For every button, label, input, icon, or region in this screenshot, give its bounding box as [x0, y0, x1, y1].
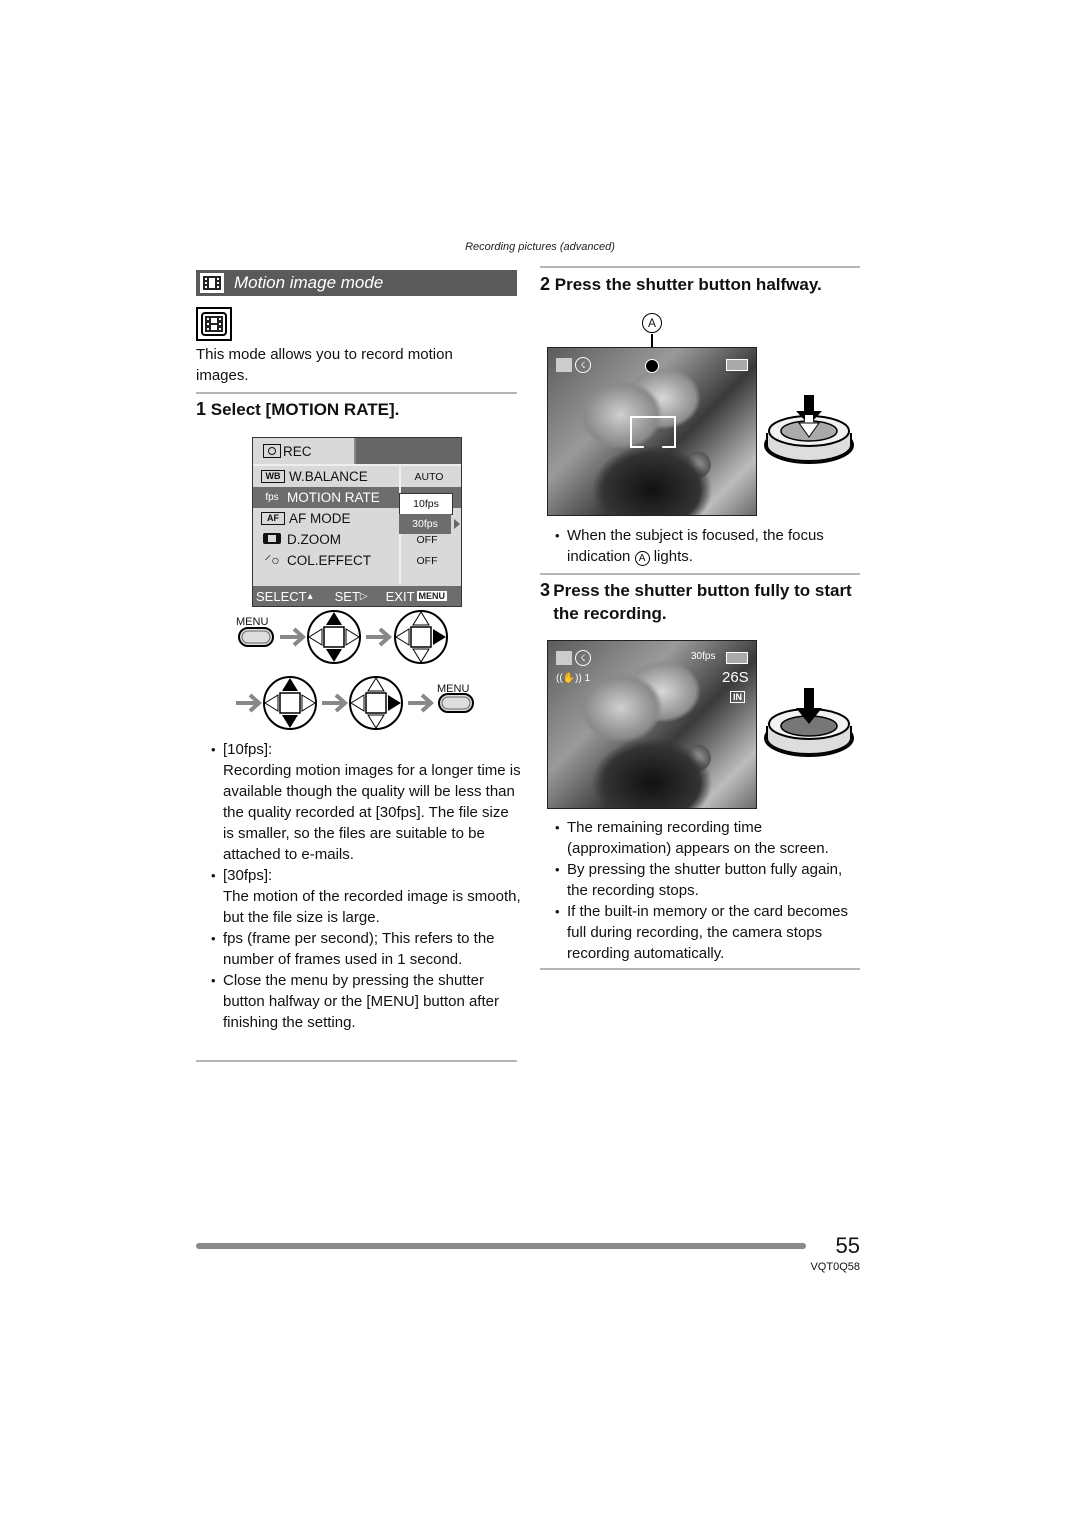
- rec-tab: REC: [253, 438, 356, 464]
- step-number: 1: [196, 399, 207, 419]
- fps-readout: 30fps: [691, 651, 716, 662]
- step-title: Select [MOTION RATE].: [210, 400, 400, 419]
- stabilizer-icon: ((✋)): [556, 673, 582, 684]
- fps-icon: fps: [265, 492, 279, 503]
- step-number: 3: [540, 580, 551, 600]
- note-stop-recording: By pressing the shutter button fully aga…: [555, 859, 865, 901]
- menu-row-label: W.BALANCE: [289, 469, 368, 484]
- step-title: Press the shutter button halfway.: [554, 275, 822, 294]
- menu-button-label-2: MENU: [437, 683, 470, 695]
- menu-row-value: OFF: [416, 554, 438, 567]
- arrow-right-icon: [236, 693, 263, 713]
- note-remaining-time: The remaining recording time (approximat…: [555, 817, 865, 859]
- option-30fps-selected: 30fps: [399, 514, 451, 534]
- up-down-arrow-icon: ▴: [307, 590, 313, 602]
- cursor-pad-up-down-icon: [263, 676, 317, 730]
- internal-memory-icon: IN: [730, 691, 745, 703]
- battery-icon: [726, 652, 748, 664]
- footer-exit: EXIT: [385, 588, 415, 604]
- footer-bar: [196, 1243, 806, 1249]
- step-2-heading: 2 Press the shutter button halfway.: [540, 273, 870, 296]
- motion-mode-dial-icon: [196, 307, 232, 341]
- motion-picture-icon: [200, 273, 224, 293]
- note-fps-definition: fps (frame per second); This refers to t…: [211, 928, 521, 970]
- motion-mode-icon: [556, 651, 572, 665]
- menu-row-label: AF MODE: [289, 511, 351, 526]
- shutter-button-full-press-icon: [764, 688, 854, 757]
- arrow-right-icon: [408, 693, 435, 713]
- battery-icon: [726, 359, 748, 371]
- digital-zoom-icon: [261, 532, 283, 547]
- right-arrow-icon: [454, 519, 460, 529]
- cursor-pad-right-icon: [349, 676, 403, 730]
- menu-row-value: AUTO: [414, 470, 444, 483]
- camera-menu-screen: REC WB W.BALANCE AUTO fps MOTION RATE AF…: [252, 437, 462, 607]
- remaining-time: 26S: [722, 669, 749, 686]
- step-number: 2: [540, 274, 551, 294]
- note-30fps: [30fps]: The motion of the recorded imag…: [211, 865, 521, 928]
- menu-row-label: MOTION RATE: [287, 490, 380, 505]
- focus-indicator-icon: [645, 359, 659, 373]
- menu-row-color-effect: ⸍○ COL.EFFECT OFF: [253, 550, 461, 571]
- note-close-menu: Close the menu by pressing the shutter b…: [211, 970, 521, 1033]
- menu-footer: SELECT ▴ SET ▷ EXIT MENU: [253, 586, 461, 606]
- section-title: Motion image mode: [234, 273, 384, 292]
- divider: [540, 573, 860, 575]
- divider: [540, 266, 860, 268]
- right-triangle-icon: ▷: [359, 590, 368, 602]
- note-memory-full: If the built-in memory or the card becom…: [555, 901, 865, 964]
- flash-off-icon: ☇: [575, 357, 591, 373]
- motion-rate-notes: [10fps]: Recording motion images for a l…: [211, 739, 521, 1033]
- wb-icon: WB: [261, 470, 285, 483]
- step-3-heading: 3 Press the shutter button fully to star…: [540, 579, 860, 625]
- button-sequence-diagram: [236, 610, 474, 730]
- menu-badge: MENU: [416, 591, 448, 601]
- cursor-pad-right-icon: [394, 610, 448, 664]
- divider: [196, 1060, 517, 1062]
- arrow-right-icon: [322, 693, 349, 713]
- motion-mode-icon: [556, 358, 572, 372]
- footer-set: SET: [334, 588, 360, 604]
- shutter-button-half-press-icon: [764, 395, 854, 464]
- lcd-recording-screen: ☇ ((✋)) 1 30fps 26S IN: [547, 640, 757, 809]
- af-icon: AF: [261, 512, 285, 525]
- rec-tab-label: REC: [283, 443, 312, 459]
- callout-a: A: [642, 313, 662, 333]
- option-10fps: 10fps: [399, 493, 453, 515]
- color-effect-icon: ⸍○: [264, 552, 280, 568]
- flash-off-icon: ☇: [575, 650, 591, 666]
- step-3-notes: The remaining recording time (approximat…: [555, 817, 865, 964]
- document-code: VQT0Q58: [810, 1261, 860, 1273]
- step-2-note: When the subject is focused, the focus i…: [555, 525, 865, 567]
- arrow-right-icon: [280, 627, 307, 647]
- note-10fps: [10fps]: Recording motion images for a l…: [211, 739, 521, 865]
- divider: [196, 392, 517, 394]
- running-head: Recording pictures (advanced): [465, 241, 615, 253]
- arrow-right-icon: [366, 627, 393, 647]
- callout-a-inline: A: [634, 551, 650, 566]
- intro-text: This mode allows you to record motion im…: [196, 346, 453, 384]
- menu-button-icon: [238, 627, 274, 647]
- menu-row-label: D.ZOOM: [287, 532, 341, 547]
- cursor-pad-up-down-icon: [307, 610, 361, 664]
- step-1-heading: 1 Select [MOTION RATE].: [196, 398, 516, 421]
- section-header: Motion image mode: [196, 270, 517, 296]
- menu-row-value: OFF: [416, 533, 438, 546]
- step-title: Press the shutter button fully to start …: [553, 581, 852, 623]
- menu-row-white-balance: WB W.BALANCE AUTO: [253, 466, 461, 487]
- lcd-preview-focus: ☇: [547, 347, 757, 516]
- divider: [540, 968, 860, 970]
- page-number: 55: [835, 1233, 860, 1258]
- af-frame: [630, 416, 676, 448]
- stabilizer-indicator: ((✋)) 1: [556, 673, 591, 684]
- footer-select: SELECT: [256, 588, 307, 604]
- camera-icon: [263, 444, 281, 458]
- menu-row-label: COL.EFFECT: [287, 553, 372, 568]
